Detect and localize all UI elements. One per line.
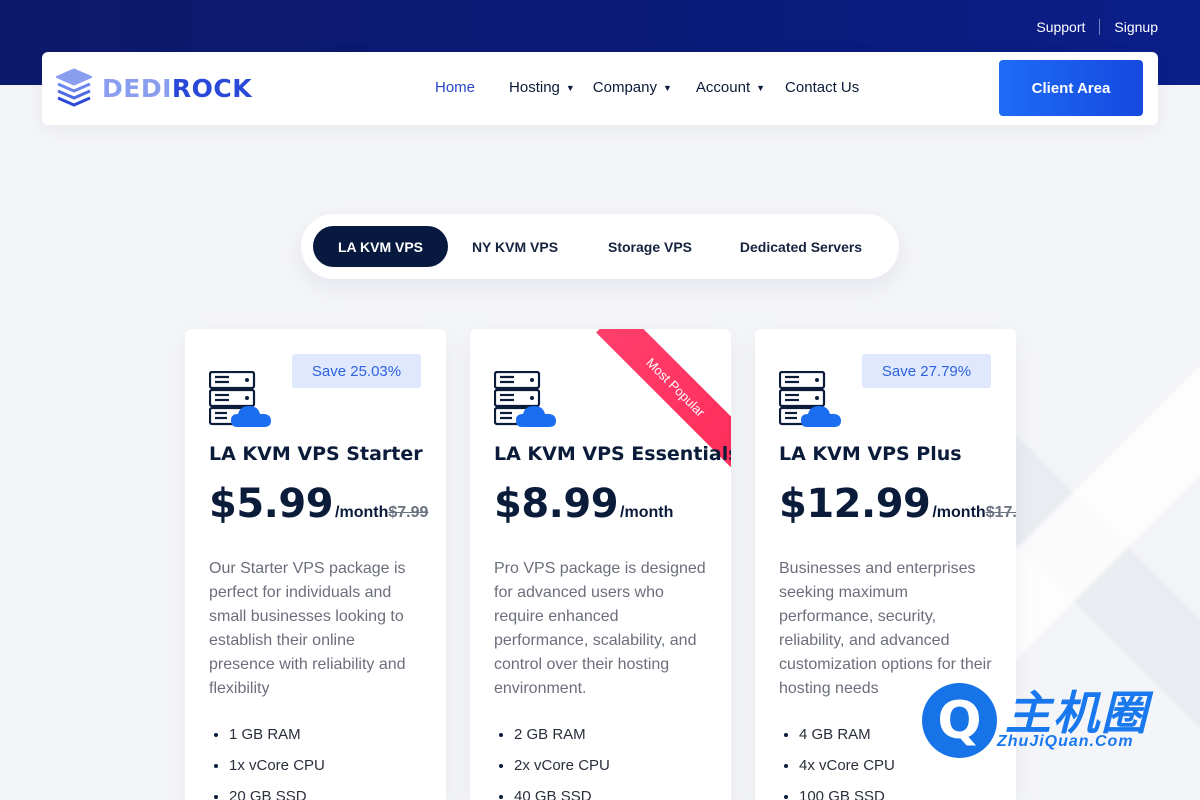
plan-name: LA KVM VPS Plus: [779, 443, 962, 465]
watermark-text: 主机圈 ZhuJiQuan.Com: [997, 683, 1167, 758]
watermark-domain-text: ZhuJiQuan.Com: [997, 733, 1134, 750]
feature-item: 20 GB SSD: [229, 786, 325, 800]
save-badge: Save 25.03%: [292, 354, 421, 388]
plan-description: Our Starter VPS package is perfect for i…: [209, 560, 406, 697]
support-link[interactable]: Support: [1036, 19, 1085, 35]
plan-price: $5.99 /month $7.99: [209, 481, 428, 527]
stack-logo-icon: [56, 68, 92, 107]
plan-price: $12.99 /month $17.99: [779, 481, 1016, 527]
tab-storage-vps[interactable]: Storage VPS: [586, 226, 714, 267]
feature-list: 1 GB RAM 1x vCore CPU 20 GB SSD: [229, 724, 325, 800]
watermark-q-logo: Q: [922, 683, 997, 758]
tab-la-kvm-vps[interactable]: LA KVM VPS: [313, 226, 448, 267]
feature-item: 1x vCore CPU: [229, 755, 325, 786]
plan-description: Businesses and enterprises seeking maxim…: [779, 560, 992, 697]
nav-home[interactable]: Home: [435, 79, 475, 96]
top-links: Support Signup: [1036, 19, 1158, 35]
plan-card-essentials: Most Popular LA KVM VPS Essentials $8.99…: [470, 329, 731, 800]
top-links-divider: [1099, 19, 1101, 35]
feature-item: 40 GB SSD: [514, 786, 610, 800]
main-navbar: DEDIROCK Home Hosting ▼ Company ▼ Accoun…: [42, 52, 1158, 125]
nav-account[interactable]: Account ▼: [696, 79, 765, 96]
tab-ny-kvm-vps[interactable]: NY KVM VPS: [451, 226, 579, 267]
tab-dedicated-servers[interactable]: Dedicated Servers: [721, 226, 881, 267]
feature-item: 1 GB RAM: [229, 724, 325, 755]
server-cloud-icon: [494, 371, 556, 427]
feature-item: 4x vCore CPU: [799, 755, 895, 786]
plan-price: $8.99 /month: [494, 481, 673, 527]
chevron-down-icon: ▼: [565, 82, 575, 93]
price-period: /month: [620, 504, 674, 521]
brand-name: DEDIROCK: [102, 73, 253, 103]
old-price: $17.99: [985, 504, 1016, 521]
feature-list: 4 GB RAM 4x vCore CPU 100 GB SSD: [799, 724, 895, 800]
main-menu: Home Hosting ▼ Company ▼ Account ▼ Conta…: [435, 79, 859, 96]
plan-name: LA KVM VPS Starter: [209, 443, 423, 465]
feature-item: 4 GB RAM: [799, 724, 895, 755]
brand-logo[interactable]: DEDIROCK: [56, 68, 252, 108]
chevron-down-icon: ▼: [756, 82, 766, 93]
price-amount: $12.99: [779, 481, 931, 527]
feature-item: 2 GB RAM: [514, 724, 610, 755]
plan-category-tabs: LA KVM VPS NY KVM VPS Storage VPS Dedica…: [301, 214, 899, 279]
client-area-button[interactable]: Client Area: [999, 60, 1143, 116]
feature-item: 100 GB SSD: [799, 786, 895, 800]
chevron-down-icon: ▼: [663, 82, 672, 93]
price-amount: $5.99: [209, 481, 334, 527]
price-period: /month: [335, 504, 389, 521]
nav-contact[interactable]: Contact Us: [785, 79, 859, 96]
nav-hosting[interactable]: Hosting ▼: [509, 79, 575, 96]
old-price: $7.99: [388, 504, 429, 521]
feature-list: 2 GB RAM 2x vCore CPU 40 GB SSD: [514, 724, 610, 800]
server-cloud-icon: [209, 371, 271, 427]
price-period: /month: [932, 504, 986, 521]
save-badge: Save 27.79%: [862, 354, 991, 388]
server-cloud-icon: [779, 371, 841, 427]
site-watermark: Q 主机圈 ZhuJiQuan.Com: [922, 683, 1167, 758]
plan-card-starter: Save 25.03% LA KVM VPS Starter $5.99 /mo…: [185, 329, 446, 800]
nav-company[interactable]: Company ▼: [593, 79, 672, 96]
price-amount: $8.99: [494, 481, 619, 527]
feature-item: 2x vCore CPU: [514, 755, 610, 786]
plan-description: Pro VPS package is designed for advanced…: [494, 560, 706, 697]
signup-link[interactable]: Signup: [1114, 19, 1158, 35]
plan-name: LA KVM VPS Essentials: [494, 443, 731, 465]
